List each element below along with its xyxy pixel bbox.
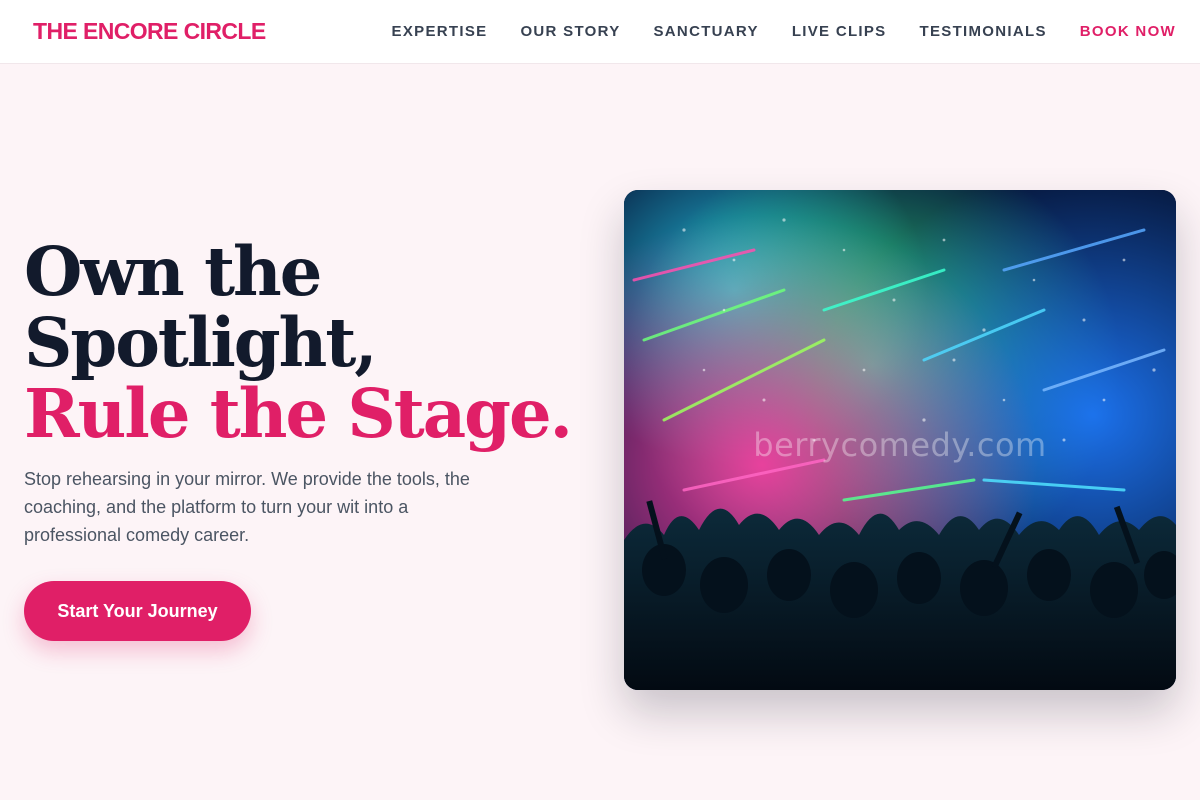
- nav-item-sanctuary[interactable]: SANCTUARY: [654, 24, 759, 39]
- main-nav: EXPERTISE OUR STORY SANCTUARY LIVE CLIPS…: [359, 24, 1176, 39]
- top-navbar: THE ENCORE CIRCLE EXPERTISE OUR STORY SA…: [0, 0, 1200, 64]
- start-journey-button[interactable]: Start Your Journey: [24, 581, 251, 641]
- nav-item-testimonials[interactable]: TESTIMONIALS: [920, 24, 1047, 39]
- brand-logo[interactable]: THE ENCORE CIRCLE: [33, 20, 266, 43]
- headline-accent: Rule the Stage.: [24, 374, 573, 453]
- hero-content: Own the Spotlight, Rule the Stage. Stop …: [24, 236, 584, 641]
- nav-item-our-story[interactable]: OUR STORY: [520, 24, 620, 39]
- image-watermark: berrycomedy.com: [753, 426, 1047, 464]
- book-now-link[interactable]: BOOK NOW: [1080, 24, 1176, 39]
- hero-concert-image: berrycomedy.com: [624, 190, 1176, 690]
- hero-headline: Own the Spotlight, Rule the Stage.: [24, 236, 584, 449]
- headline-line-2: Spotlight,: [24, 303, 378, 382]
- nav-item-expertise[interactable]: EXPERTISE: [392, 24, 488, 39]
- nav-item-live-clips[interactable]: LIVE CLIPS: [792, 24, 887, 39]
- hero-subcopy: Stop rehearsing in your mirror. We provi…: [24, 469, 470, 545]
- headline-line-1: Own the: [24, 232, 322, 311]
